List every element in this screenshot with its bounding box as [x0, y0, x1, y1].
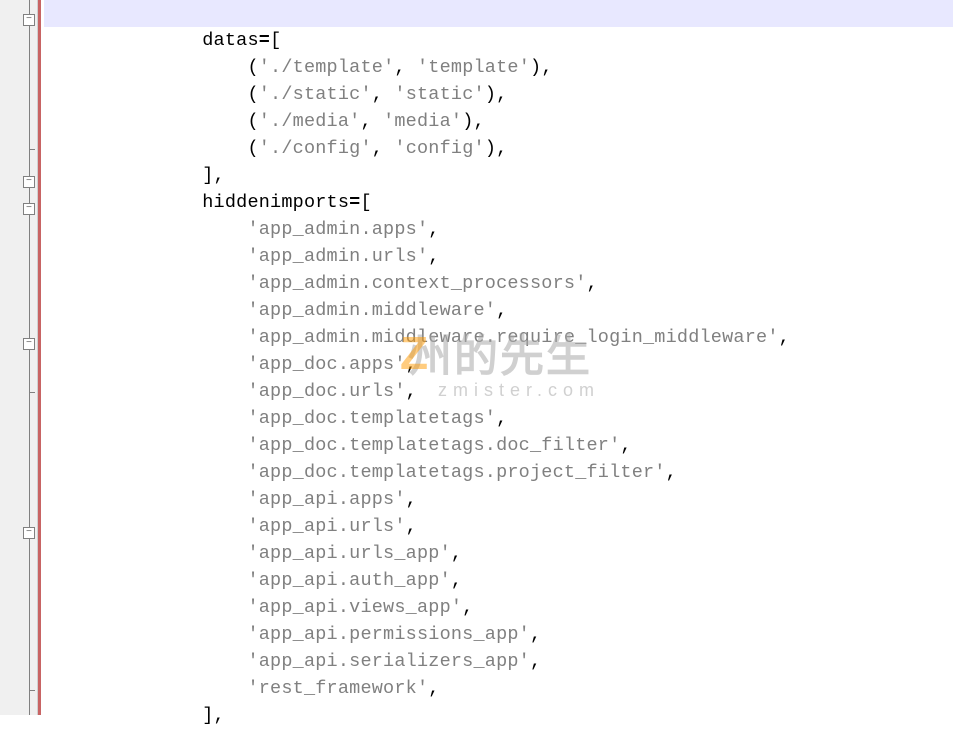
code-line[interactable]: ('./media', 'media'),	[44, 108, 953, 135]
gutter: − − − − −	[0, 0, 38, 715]
code-line[interactable]: 'app_api.urls',	[44, 513, 953, 540]
code-line[interactable]: 'rest_framework',	[44, 675, 953, 702]
fold-end-tick	[29, 392, 35, 393]
code-line[interactable]	[44, 0, 953, 27]
code-line[interactable]: 'app_admin.middleware.require_login_midd…	[44, 324, 953, 351]
code-line[interactable]: 'app_api.views_app',	[44, 594, 953, 621]
code-line[interactable]: hiddenimports=[	[44, 189, 953, 216]
code-editor: − − − − − Z 州的先生 zmister.com datas=[ ('./tem…	[0, 0, 953, 715]
code-line[interactable]: 'app_api.serializers_app',	[44, 648, 953, 675]
code-line[interactable]: 'app_doc.urls',	[44, 378, 953, 405]
fold-toggle-icon[interactable]: −	[23, 203, 35, 215]
code-line[interactable]: 'app_admin.urls',	[44, 243, 953, 270]
code-line[interactable]: 'app_api.apps',	[44, 486, 953, 513]
change-marker	[38, 0, 41, 715]
code-line[interactable]: ],	[44, 702, 953, 729]
code-area[interactable]: Z 州的先生 zmister.com datas=[ ('./template'…	[38, 0, 953, 715]
code-line[interactable]: datas=[	[44, 27, 953, 54]
code-line[interactable]: 'app_doc.templatetags.project_filter',	[44, 459, 953, 486]
fold-toggle-icon[interactable]: −	[23, 14, 35, 26]
code-line[interactable]: ],	[44, 162, 953, 189]
fold-toggle-icon[interactable]: −	[23, 176, 35, 188]
code-line[interactable]: ('./static', 'static'),	[44, 81, 953, 108]
code-lines[interactable]: datas=[ ('./template', 'template'), ('./…	[44, 0, 953, 729]
code-line[interactable]: ('./config', 'config'),	[44, 135, 953, 162]
code-line[interactable]: 'app_admin.apps',	[44, 216, 953, 243]
fold-column: − − − − −	[23, 0, 37, 715]
code-line[interactable]: 'app_doc.apps',	[44, 351, 953, 378]
fold-end-tick	[29, 690, 35, 691]
fold-toggle-icon[interactable]: −	[23, 527, 35, 539]
fold-toggle-icon[interactable]: −	[23, 338, 35, 350]
code-line[interactable]: 'app_admin.context_processors',	[44, 270, 953, 297]
code-line[interactable]: 'app_api.urls_app',	[44, 540, 953, 567]
fold-guide-line	[29, 0, 30, 715]
fold-end-tick	[29, 149, 35, 150]
code-line[interactable]: 'app_admin.middleware',	[44, 297, 953, 324]
code-line[interactable]: 'app_doc.templatetags',	[44, 405, 953, 432]
code-line[interactable]: 'app_api.auth_app',	[44, 567, 953, 594]
code-line[interactable]: ('./template', 'template'),	[44, 54, 953, 81]
code-line[interactable]: 'app_api.permissions_app',	[44, 621, 953, 648]
code-line[interactable]: 'app_doc.templatetags.doc_filter',	[44, 432, 953, 459]
